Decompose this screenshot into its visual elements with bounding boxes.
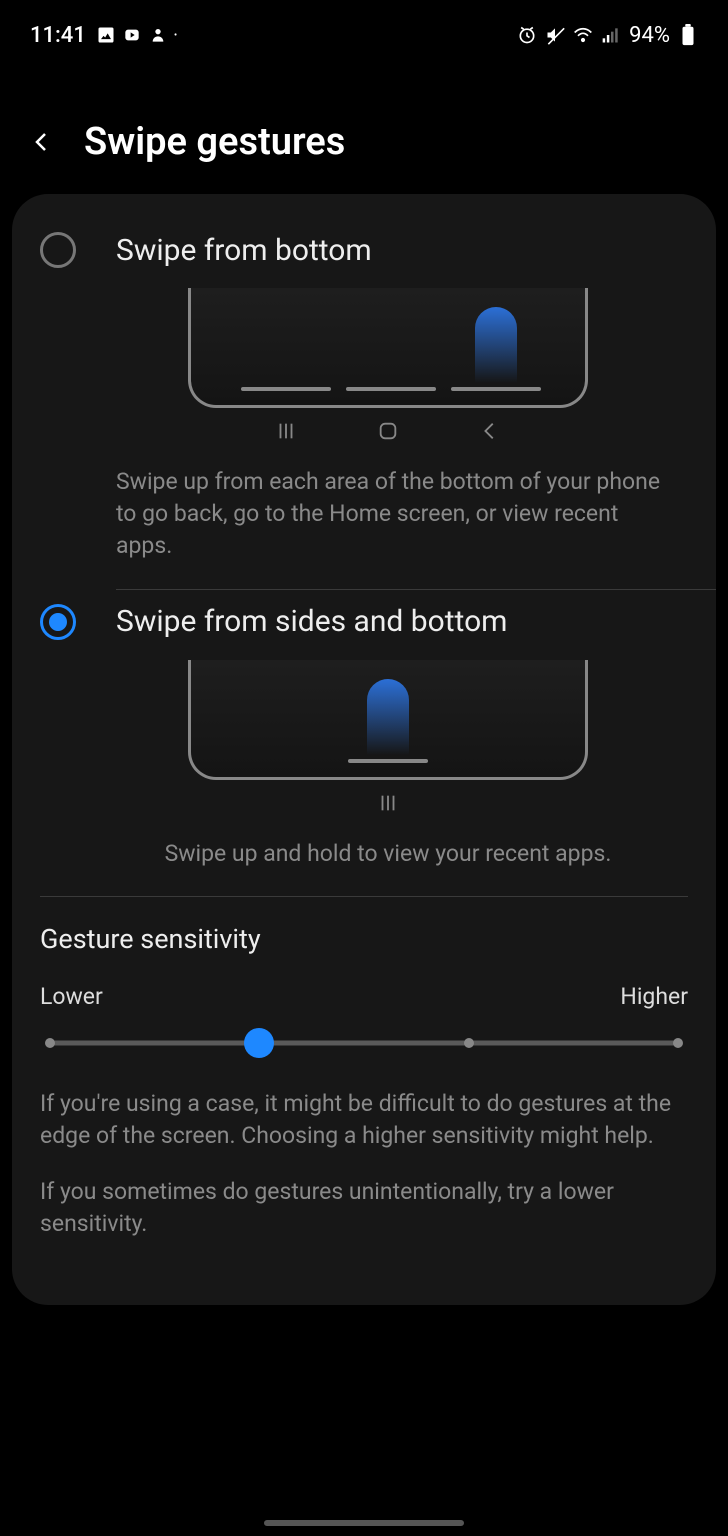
status-notification-icons: • (96, 25, 177, 45)
back-button[interactable] (30, 130, 54, 154)
mute-icon (545, 25, 565, 45)
sensitivity-description: If you're using a case, it might be diff… (40, 1088, 688, 1241)
image-icon (96, 25, 116, 45)
option-description: Swipe up and hold to view your recent ap… (116, 838, 660, 870)
option-swipe-from-sides[interactable]: Swipe from sides and bottom Swipe up and… (12, 590, 716, 870)
home-icon (377, 420, 399, 448)
nav-icons-row (116, 792, 660, 820)
signal-icon (601, 25, 621, 45)
option-title: Swipe from sides and bottom (116, 604, 508, 639)
person-icon (148, 25, 168, 45)
page-header: Swipe gestures (0, 60, 728, 194)
preview-swipe-from-bottom (188, 288, 588, 408)
youtube-icon (122, 25, 142, 45)
label-higher: Higher (620, 983, 688, 1010)
status-time: 11:41 (30, 23, 86, 48)
option-swipe-from-bottom[interactable]: Swipe from bottom Swipe up from e (12, 218, 716, 563)
slider-thumb[interactable] (244, 1028, 274, 1058)
option-description: Swipe up from each area of the bottom of… (116, 466, 660, 563)
sensitivity-slider[interactable] (50, 1028, 678, 1058)
radio-swipe-from-bottom[interactable] (40, 232, 76, 268)
settings-card: Swipe from bottom Swipe up from e (12, 194, 716, 1305)
recents-icon (377, 792, 399, 820)
alarm-icon (517, 25, 537, 45)
nav-icons-row (116, 420, 660, 448)
wifi-icon (573, 25, 593, 45)
home-indicator[interactable] (264, 1520, 464, 1526)
page-title: Swipe gestures (84, 120, 345, 164)
option-title: Swipe from bottom (116, 233, 372, 268)
recents-icon (275, 420, 297, 448)
battery-percent: 94% (629, 23, 670, 48)
dot-icon: • (174, 30, 177, 41)
label-lower: Lower (40, 983, 103, 1010)
battery-icon (678, 25, 698, 45)
gesture-sensitivity-section: Gesture sensitivity Lower Higher If you'… (12, 897, 716, 1241)
radio-swipe-from-sides[interactable] (40, 604, 76, 640)
preview-swipe-from-sides (188, 660, 588, 780)
sensitivity-title: Gesture sensitivity (40, 923, 688, 955)
back-nav-icon (479, 420, 501, 448)
status-bar: 11:41 • 94% (0, 0, 728, 60)
